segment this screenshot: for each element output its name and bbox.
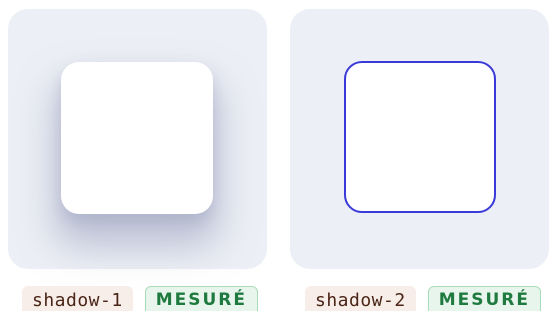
item-name-tag: shadow-2 xyxy=(305,286,416,311)
item-name-tag: shadow-1 xyxy=(22,286,133,311)
label-row-shadow-1: shadow-1 MESURÉ xyxy=(22,286,258,311)
label-row-shadow-2: shadow-2 MESURÉ xyxy=(305,286,541,311)
preview-panel-shadow-1 xyxy=(8,9,267,269)
status-badge: MESURÉ xyxy=(427,286,541,311)
shadow-card-preview xyxy=(61,62,213,214)
status-badge: MESURÉ xyxy=(144,286,258,311)
preview-panel-shadow-2 xyxy=(290,9,549,269)
comparison-stage: shadow-1 MESURÉ shadow-2 MESURÉ xyxy=(0,0,549,311)
outlined-card-preview xyxy=(344,61,496,213)
